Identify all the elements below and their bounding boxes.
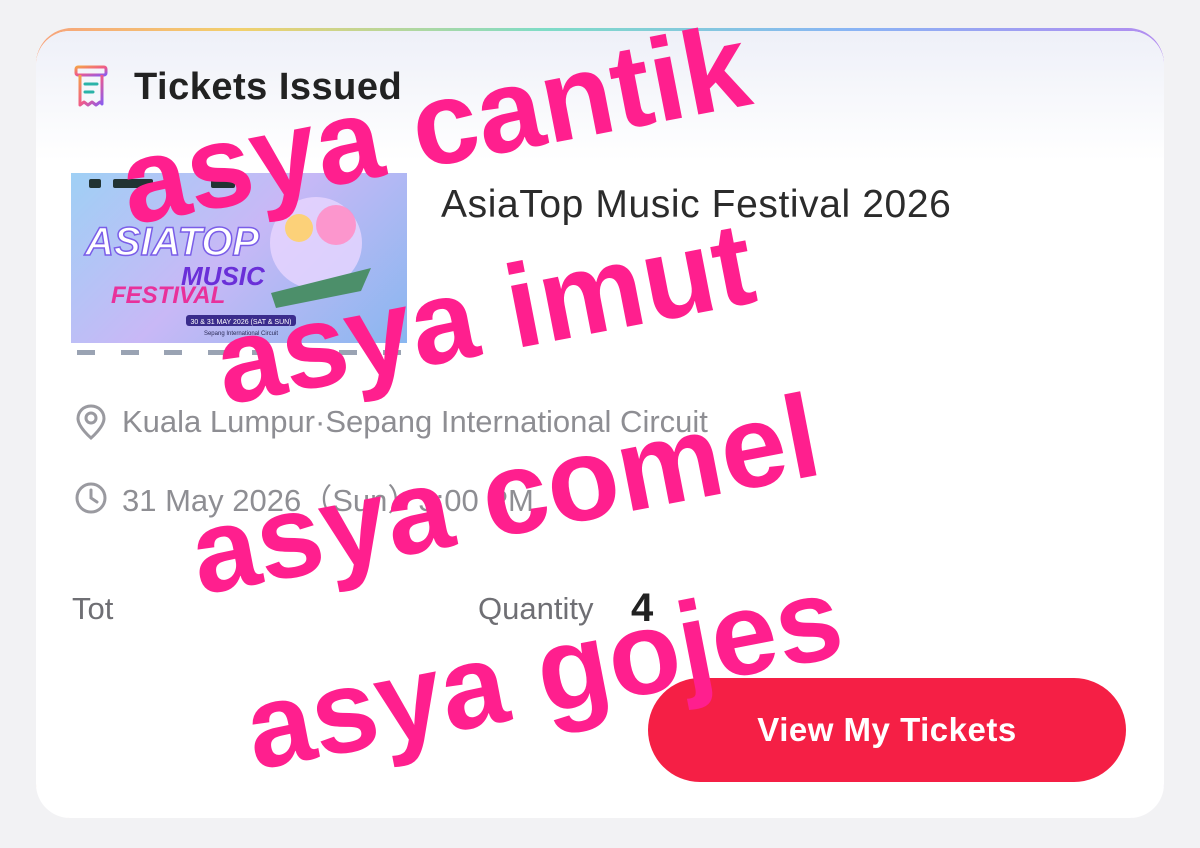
poster-title-line1: ASIATOP: [84, 220, 259, 264]
ticket-receipt-icon: [74, 65, 108, 107]
event-title[interactable]: AsiaTop Music Festival 2026: [441, 183, 951, 227]
sponsor-logo: [164, 350, 183, 355]
quantity-label: Quantity: [478, 591, 594, 626]
sponsor-logo: [339, 350, 358, 355]
view-my-tickets-button[interactable]: View My Tickets: [648, 678, 1126, 782]
ticket-card: Tickets Issued ASIATOP MUSIC FESTIVAL 30…: [36, 31, 1164, 818]
location-pin-icon: [76, 404, 106, 440]
poster-sponsor-strip: [71, 343, 407, 359]
ticket-card-border: Tickets Issued ASIATOP MUSIC FESTIVAL 30…: [36, 28, 1164, 818]
quantity-value: 4: [631, 586, 654, 630]
event-location-row: Kuala Lumpur·Sepang International Circui…: [74, 403, 708, 441]
sponsor-logo: [120, 350, 139, 355]
total-label: Tot: [72, 591, 114, 626]
event-time-row: 31 May 2026（Sun）3:00 PM: [74, 475, 534, 520]
poster-artwork: ASIATOP MUSIC FESTIVAL 30 & 31 MAY 2026 …: [83, 179, 371, 337]
page-title: Tickets Issued: [134, 65, 403, 108]
poster-dates: 30 & 31 MAY 2026 (SAT & SUN): [190, 319, 291, 326]
sponsor-logo: [382, 350, 401, 355]
sponsor-logo: [251, 350, 270, 355]
event-poster-image[interactable]: ASIATOP MUSIC FESTIVAL 30 & 31 MAY 2026 …: [71, 173, 407, 359]
sponsor-logo: [77, 350, 95, 355]
view-my-tickets-label: View My Tickets: [757, 711, 1017, 748]
sponsor-logo: [208, 350, 227, 355]
event-location: Kuala Lumpur·Sepang International Circui…: [122, 404, 708, 439]
poster-venue: Sepang International Circuit: [204, 331, 278, 337]
sponsor-logo: [295, 350, 314, 355]
clock-icon: [75, 482, 107, 513]
event-datetime: 31 May 2026（Sun）3:00 PM: [122, 483, 534, 518]
poster-title-line3: FESTIVAL: [111, 282, 225, 309]
card-header: Tickets Issued: [74, 65, 402, 109]
